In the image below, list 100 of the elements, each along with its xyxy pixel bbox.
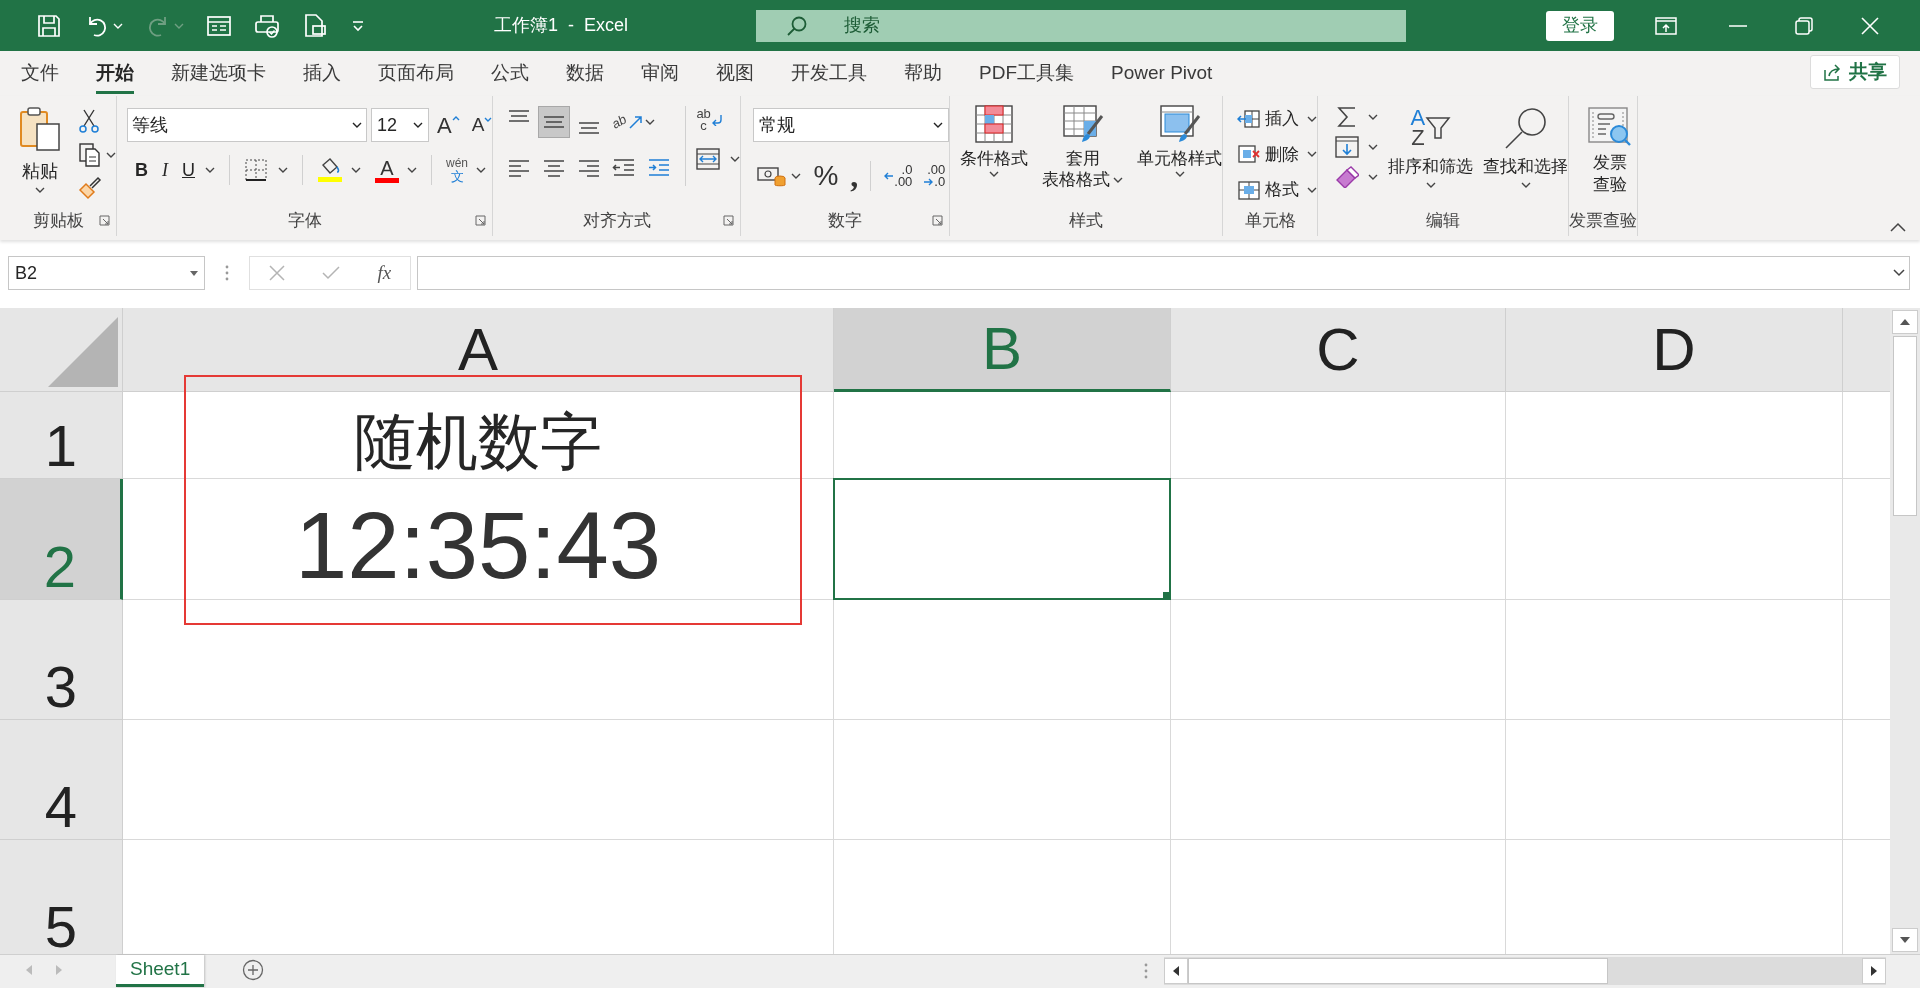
shrink-font-button[interactable]: A: [471, 110, 493, 140]
ribbon-tab[interactable]: 文件: [21, 56, 59, 94]
comma-button[interactable]: ,: [850, 160, 859, 192]
name-box[interactable]: B2: [8, 256, 205, 290]
cells-button[interactable]: 格式: [1237, 177, 1318, 203]
font-size-field[interactable]: 12: [371, 108, 429, 142]
ribbon-tab[interactable]: 数据: [566, 56, 604, 94]
ribbon-tab[interactable]: 开发工具: [791, 56, 867, 94]
underline-button[interactable]: U: [182, 156, 215, 184]
caret-icon: [933, 122, 944, 128]
fill-handle[interactable]: [1163, 592, 1169, 598]
formula-input[interactable]: [417, 256, 1910, 290]
horizontal-scrollbar[interactable]: [1164, 957, 1887, 985]
cancel-button[interactable]: [268, 265, 285, 281]
row-header[interactable]: 2: [0, 479, 123, 600]
table-cell[interactable]: [1506, 392, 1843, 479]
table-cell[interactable]: [1506, 720, 1843, 840]
sign-in-button[interactable]: 登录: [1546, 10, 1615, 41]
share-button[interactable]: 共享: [1810, 55, 1900, 89]
clear-button[interactable]: [1334, 166, 1379, 188]
group-label: 对齐方式: [582, 210, 651, 233]
row-header[interactable]: 5: [0, 840, 123, 954]
ribbon-tab[interactable]: 页面布局: [378, 56, 454, 94]
group-label: 发票查验: [1569, 210, 1638, 233]
table-cell[interactable]: [1506, 600, 1843, 720]
cells-button[interactable]: 删除: [1237, 141, 1318, 167]
selected-cell[interactable]: [833, 478, 1171, 600]
column-header[interactable]: C: [1171, 308, 1506, 392]
accounting-format-button[interactable]: [757, 164, 802, 188]
ribbon-tab[interactable]: 帮助: [904, 56, 942, 94]
vertical-scrollbar[interactable]: [1890, 308, 1920, 954]
row-header[interactable]: 4: [0, 720, 123, 840]
dialog-launcher[interactable]: [723, 215, 735, 226]
scroll-right-button[interactable]: [1862, 958, 1887, 984]
column-header[interactable]: B: [834, 308, 1171, 392]
phonetic-button[interactable]: wén 文: [446, 157, 486, 183]
number-format-field[interactable]: 常规: [753, 108, 950, 142]
collapse-ribbon-button[interactable]: [1890, 222, 1906, 232]
grow-font-button[interactable]: A: [437, 108, 460, 142]
table-cell[interactable]: [834, 600, 1171, 720]
scroll-down-button[interactable]: [1892, 928, 1918, 952]
scroll-up-button[interactable]: [1892, 310, 1918, 334]
font-color-button[interactable]: A: [375, 157, 417, 183]
table-cell[interactable]: [1506, 479, 1843, 600]
italic-button[interactable]: I: [162, 156, 168, 184]
bold-button[interactable]: B: [135, 156, 148, 184]
fill-color-button[interactable]: [317, 157, 361, 183]
ribbon-tab[interactable]: 新建选项卡: [171, 56, 266, 94]
insert-function-button[interactable]: fx: [377, 258, 392, 288]
table-cell[interactable]: [834, 720, 1171, 840]
alignment-button[interactable]: [538, 106, 571, 138]
dialog-launcher[interactable]: [475, 215, 487, 226]
table-cell[interactable]: [1171, 720, 1506, 840]
row-header[interactable]: 3: [0, 600, 123, 720]
column-header[interactable]: A: [123, 308, 834, 392]
increase-decimal-button[interactable]: .0 .00: [883, 164, 913, 188]
ribbon-tab[interactable]: 视图: [716, 56, 754, 94]
orientation-button[interactable]: ab: [612, 112, 655, 132]
dialog-launcher[interactable]: [932, 215, 944, 226]
scroll-left-button[interactable]: [1164, 958, 1189, 984]
new-sheet-button[interactable]: [242, 959, 265, 981]
table-cell[interactable]: [123, 720, 834, 840]
scroll-thumb[interactable]: [1893, 336, 1917, 516]
percent-button[interactable]: %: [813, 155, 839, 197]
paste-button[interactable]: 粘贴: [14, 106, 66, 200]
caret-icon: [1425, 181, 1436, 188]
search-field[interactable]: 搜索: [756, 9, 1407, 42]
dialog-launcher[interactable]: [99, 215, 110, 226]
fill-button[interactable]: [1334, 136, 1379, 158]
decrease-decimal-button[interactable]: .00 .0: [924, 164, 946, 188]
merge-center-button[interactable]: [696, 148, 741, 170]
borders-button[interactable]: [244, 158, 288, 182]
sort-filter-button[interactable]: A Z 排序和筛选: [1388, 106, 1474, 188]
table-cell[interactable]: [123, 600, 834, 720]
copy-button[interactable]: [78, 142, 116, 168]
style-button[interactable]: 单元格样式: [1137, 104, 1223, 190]
column-header[interactable]: D: [1506, 308, 1843, 392]
enter-button[interactable]: [322, 266, 341, 280]
ribbon-tab[interactable]: PDF工具集: [979, 56, 1074, 94]
style-button[interactable]: 条件格式: [960, 104, 1029, 190]
table-cell[interactable]: [1171, 600, 1506, 720]
wrap-text-button[interactable]: ab c: [696, 108, 741, 132]
ribbon-tab[interactable]: 公式: [491, 56, 529, 94]
close-icon: [1861, 16, 1880, 35]
ribbon-tab[interactable]: Power Pivot: [1111, 56, 1213, 94]
ribbon-tab[interactable]: 插入: [303, 56, 341, 94]
find-select-button[interactable]: 查找和选择: [1483, 106, 1569, 188]
sheet-tab[interactable]: Sheet1: [116, 955, 205, 987]
autosum-button[interactable]: [1334, 106, 1379, 128]
row-header[interactable]: 1: [0, 392, 123, 479]
dialog-launcher-icon: [932, 215, 944, 226]
font-name-field[interactable]: 等线: [127, 108, 367, 142]
ribbon-tab[interactable]: 审阅: [641, 56, 679, 94]
up-arrow-icon: [1900, 319, 1910, 325]
table-cell[interactable]: [1171, 392, 1506, 479]
cells-button[interactable]: 插入: [1237, 106, 1318, 132]
table-cell[interactable]: [1171, 479, 1506, 600]
scroll-thumb[interactable]: [1188, 958, 1609, 984]
style-button[interactable]: 套用 表格格式: [1042, 104, 1124, 190]
invoice-check-button[interactable]: 发票 查验: [1587, 106, 1634, 196]
